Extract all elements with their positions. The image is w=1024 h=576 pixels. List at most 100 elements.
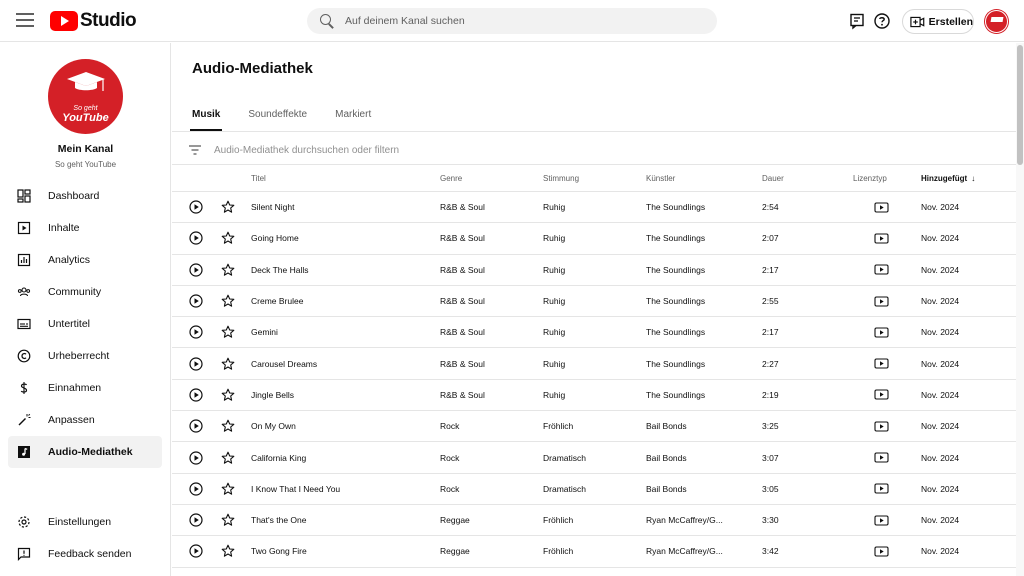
play-icon[interactable] bbox=[172, 294, 219, 308]
star-icon[interactable] bbox=[219, 231, 249, 245]
table-row[interactable]: Jingle Bells R&B & Soul Ruhig The Soundling… bbox=[172, 380, 1017, 412]
license-icon[interactable] bbox=[851, 483, 921, 494]
sidebar-item-einstellungen[interactable]: Einstellungen bbox=[8, 506, 162, 538]
sidebar-item-anpassen[interactable]: Anpassen bbox=[8, 404, 162, 436]
table-row[interactable]: Silent Night R&B & Soul Ruhig The Soundling… bbox=[172, 192, 1017, 224]
sidebar-item-feedback[interactable]: Feedback senden bbox=[8, 538, 162, 570]
star-icon[interactable] bbox=[219, 419, 249, 433]
track-title: Creme Brulee bbox=[251, 296, 304, 307]
table-row[interactable]: I Know That I Need You Rock Dramatisch Bail… bbox=[172, 474, 1017, 505]
scrollbar-thumb[interactable] bbox=[1017, 45, 1023, 165]
filter-icon[interactable] bbox=[188, 144, 202, 156]
track-duration: 2:19 bbox=[762, 389, 779, 400]
star-icon[interactable] bbox=[219, 513, 249, 527]
star-icon[interactable] bbox=[219, 263, 249, 277]
search-bar[interactable] bbox=[307, 8, 717, 34]
help-icon[interactable] bbox=[873, 12, 891, 30]
license-icon[interactable] bbox=[851, 202, 921, 213]
table-row[interactable]: Gemini R&B & Soul Ruhig The Soundlings 2:17 N… bbox=[172, 317, 1017, 349]
track-artist: The Soundlings bbox=[646, 233, 706, 244]
license-icon[interactable] bbox=[851, 233, 921, 244]
table-row[interactable]: California King Rock Dramatisch Bail Bonds 3… bbox=[172, 442, 1017, 474]
header-added-label: Hinzugefügt bbox=[921, 173, 968, 183]
track-duration: 3:30 bbox=[762, 515, 779, 526]
header-title[interactable]: Titel bbox=[249, 174, 440, 183]
account-avatar[interactable] bbox=[985, 10, 1008, 33]
play-icon[interactable] bbox=[172, 450, 219, 465]
star-icon[interactable] bbox=[219, 325, 249, 339]
create-button[interactable]: Erstellen bbox=[902, 9, 974, 34]
tab-musik[interactable]: Musik bbox=[189, 101, 223, 131]
menu-icon[interactable] bbox=[16, 13, 34, 29]
license-icon[interactable] bbox=[851, 295, 921, 307]
track-mood: Ruhig bbox=[543, 358, 566, 369]
play-icon[interactable] bbox=[172, 200, 219, 214]
magic-wand-icon bbox=[17, 413, 31, 427]
sidebar-item-urheberrecht[interactable]: Urheberrecht bbox=[8, 340, 162, 372]
track-duration: 3:42 bbox=[762, 546, 779, 557]
header-license[interactable]: Lizenztyp bbox=[851, 174, 921, 183]
table-row[interactable]: Two Gong Fire Reggae Fröhlich Ryan McCaffre… bbox=[172, 536, 1017, 568]
sidebar-item-inhalte[interactable]: Inhalte bbox=[8, 212, 162, 244]
sidebar-item-audio-mediathek[interactable]: Audio-Mediathek bbox=[8, 436, 162, 468]
play-icon[interactable] bbox=[172, 263, 219, 277]
tab-soundeffekte[interactable]: Soundeffekte bbox=[248, 101, 307, 131]
license-icon[interactable] bbox=[851, 515, 921, 526]
header-mood[interactable]: Stimmung bbox=[543, 174, 646, 183]
track-title: Two Gong Fire bbox=[251, 546, 307, 557]
table-row[interactable]: Carousel Dreams R&B & Soul Ruhig The Soundl… bbox=[172, 348, 1017, 380]
star-icon[interactable] bbox=[219, 388, 249, 402]
license-icon[interactable] bbox=[851, 264, 921, 275]
table-row[interactable]: That's the One Reggae Fröhlich Ryan McCaffr… bbox=[172, 505, 1017, 537]
header-artist[interactable]: Künstler bbox=[646, 174, 762, 183]
scrollbar[interactable] bbox=[1016, 43, 1024, 576]
license-icon[interactable] bbox=[851, 327, 921, 338]
filter-input[interactable] bbox=[214, 144, 614, 156]
play-icon[interactable] bbox=[172, 513, 219, 527]
play-icon[interactable] bbox=[172, 357, 219, 371]
license-icon[interactable] bbox=[851, 421, 921, 432]
content-icon bbox=[17, 221, 31, 235]
search-input[interactable] bbox=[345, 15, 685, 27]
header-duration[interactable]: Dauer bbox=[762, 174, 851, 183]
table-row[interactable]: On My Own Rock Fröhlich Bail Bonds 3:25 Nov. … bbox=[172, 411, 1017, 443]
header-added[interactable]: Hinzugefügt ↓ bbox=[921, 174, 1011, 183]
sidebar-item-dashboard[interactable]: Dashboard bbox=[8, 180, 162, 212]
audio-library-icon bbox=[17, 445, 31, 459]
star-icon[interactable] bbox=[219, 200, 249, 214]
play-icon[interactable] bbox=[172, 388, 219, 402]
track-genre: Rock bbox=[440, 452, 460, 463]
table-row[interactable]: Going Home R&B & Soul Ruhig The Soundlings 2… bbox=[172, 223, 1017, 255]
tab-markiert[interactable]: Markiert bbox=[335, 101, 371, 131]
track-genre: R&B & Soul bbox=[440, 389, 485, 400]
track-title: Deck The Halls bbox=[251, 264, 309, 275]
star-icon[interactable] bbox=[219, 544, 249, 558]
table-row[interactable]: Deck The Halls R&B & Soul Ruhig The Soundli… bbox=[172, 255, 1017, 286]
sidebar-item-community[interactable]: Community bbox=[8, 276, 162, 308]
sidebar-item-analytics[interactable]: Analytics bbox=[8, 244, 162, 276]
star-icon[interactable] bbox=[219, 451, 249, 465]
play-icon[interactable] bbox=[172, 419, 219, 433]
star-icon[interactable] bbox=[219, 294, 249, 308]
sidebar-item-einnahmen[interactable]: Einnahmen bbox=[8, 372, 162, 404]
license-icon[interactable] bbox=[851, 389, 921, 400]
feedback-icon[interactable] bbox=[848, 12, 866, 30]
studio-logo[interactable]: Studio bbox=[50, 10, 137, 32]
track-artist: The Soundlings bbox=[646, 296, 706, 307]
star-icon[interactable] bbox=[219, 482, 249, 496]
play-icon[interactable] bbox=[172, 544, 219, 559]
license-icon[interactable] bbox=[851, 546, 921, 557]
channel-avatar[interactable]: So geht YouTube bbox=[48, 59, 123, 134]
play-icon[interactable] bbox=[172, 482, 219, 496]
star-icon[interactable] bbox=[219, 357, 249, 371]
play-icon[interactable] bbox=[172, 231, 219, 246]
filter-bar[interactable] bbox=[188, 139, 614, 161]
header-genre[interactable]: Genre bbox=[440, 174, 543, 183]
license-icon[interactable] bbox=[851, 358, 921, 369]
track-genre: Reggae bbox=[440, 515, 470, 526]
play-icon[interactable] bbox=[172, 325, 219, 339]
license-icon[interactable] bbox=[851, 452, 921, 463]
sidebar-item-untertitel[interactable]: Untertitel bbox=[8, 308, 162, 340]
sidebar-item-label: Einstellungen bbox=[48, 516, 112, 528]
table-row[interactable]: Creme Brulee R&B & Soul Ruhig The Soundling… bbox=[172, 286, 1017, 318]
